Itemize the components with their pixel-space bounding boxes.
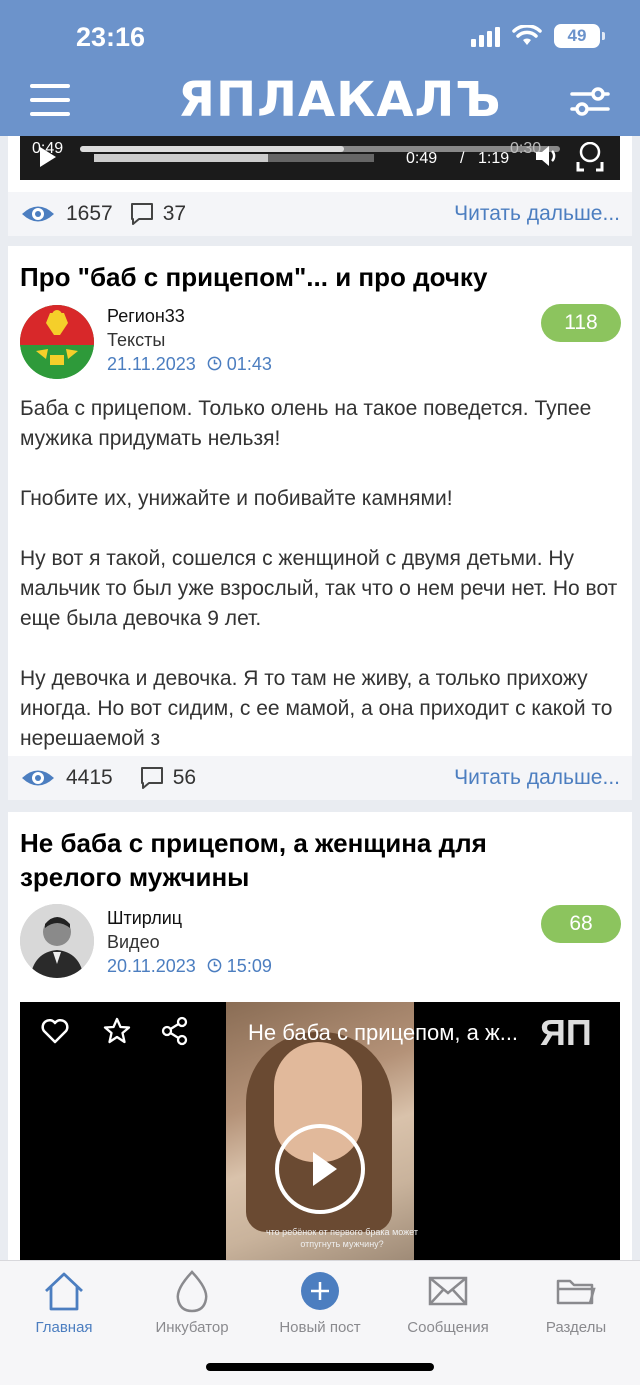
previous-post-footer: 1657 37 Читать дальше... — [8, 192, 632, 236]
share-icon[interactable] — [160, 1016, 190, 1046]
video-title: Не баба с прицепом, а ж... — [248, 1020, 519, 1045]
region-coat-of-arms-icon — [20, 305, 94, 379]
post-section[interactable]: Видео — [107, 932, 160, 953]
post-date: 21.11.2023 01:43 — [107, 354, 272, 375]
post-footer: 4415 56 Читать дальше... — [8, 756, 632, 800]
views-count: 4415 — [66, 766, 113, 789]
views-icon — [22, 770, 54, 786]
read-more-link[interactable]: Читать дальше... — [454, 202, 620, 226]
avatar[interactable] — [20, 904, 94, 978]
progress-fill — [80, 146, 344, 152]
video-watermark-logo: ЯП — [540, 1012, 592, 1053]
folder-icon — [556, 1279, 596, 1305]
heart-icon[interactable] — [40, 1016, 70, 1046]
post-title[interactable]: Не баба с прицепом, а женщина для зрелог… — [20, 826, 580, 894]
tab-label: Инкубатор — [155, 1319, 229, 1336]
author-photo-icon — [20, 904, 94, 978]
tab-label: Разделы — [545, 1319, 607, 1336]
status-time: 23:16 — [76, 22, 146, 52]
cellular-signal-icon — [471, 25, 500, 47]
star-icon[interactable] — [102, 1016, 132, 1046]
post-time-value: 01:43 — [226, 354, 272, 374]
views-count: 1657 — [66, 202, 113, 225]
avatar[interactable] — [20, 305, 94, 379]
fullscreen-icon[interactable] — [576, 142, 604, 172]
rating-badge[interactable]: 118 — [541, 304, 621, 342]
comments-count[interactable]: 56 — [173, 766, 196, 790]
comments-count[interactable]: 37 — [163, 202, 186, 226]
post-paragraph: Ну вот я такой, сошелся с женщиной с дву… — [20, 547, 618, 630]
player-separator: / — [460, 150, 465, 167]
status-icons: 49 — [471, 24, 605, 48]
site-logo[interactable]: ЯПЛАКАЛЪ — [178, 72, 501, 128]
post-date-value: 20.11.2023 — [107, 956, 196, 976]
read-more-link[interactable]: Читать дальше... — [454, 766, 620, 790]
tab-messages[interactable]: Сообщения — [384, 1269, 512, 1336]
play-icon[interactable] — [38, 146, 58, 168]
video-subtitle: что ребёнок от первого брака может отпуг… — [265, 1227, 419, 1249]
post-time-value: 15:09 — [226, 956, 272, 976]
wifi-icon — [512, 25, 542, 45]
rating-badge[interactable]: 68 — [541, 905, 621, 943]
clock-icon — [207, 958, 222, 973]
filter-settings-icon[interactable] — [570, 84, 610, 118]
post-date: 20.11.2023 15:09 — [107, 956, 272, 977]
post-section[interactable]: Тексты — [107, 330, 165, 351]
home-icon — [45, 1272, 83, 1311]
buffer-bar — [94, 154, 374, 162]
comments-icon[interactable] — [139, 766, 165, 790]
tab-sections[interactable]: Разделы — [512, 1269, 640, 1336]
post-date-value: 21.11.2023 — [107, 354, 196, 374]
post-paragraph: Баба с прицепом. Только олень на такое п… — [20, 397, 592, 450]
post-paragraph: Гнобите их, унижайте и побивайте камнями… — [20, 487, 453, 510]
menu-button[interactable] — [30, 84, 70, 118]
egg-icon — [176, 1270, 208, 1313]
home-indicator — [206, 1363, 434, 1371]
volume-icon[interactable] — [534, 144, 560, 168]
video-player-controls: 0:49 0:49 / 1:19 0:30 — [20, 136, 620, 180]
post-paragraph: Ну девочка и девочка. Я то там не живу, … — [20, 667, 613, 750]
battery-icon: 49 — [554, 24, 605, 48]
tab-label: Сообщения — [407, 1319, 489, 1336]
clock-icon — [207, 356, 222, 371]
views-icon — [22, 206, 54, 222]
post-title[interactable]: Про "баб с прицепом"... и про дочку — [20, 260, 620, 294]
play-button[interactable] — [275, 1124, 365, 1214]
comments-icon[interactable] — [129, 202, 155, 226]
tab-label: Новый пост — [279, 1319, 361, 1336]
tab-home[interactable]: Главная — [0, 1269, 128, 1336]
author-name[interactable]: Штирлиц — [107, 908, 182, 929]
video-player[interactable]: Не баба с прицепом, а ж... ЯП что ребёно… — [20, 1002, 620, 1260]
player-current-time: 0:49 — [406, 150, 438, 167]
tab-incubator[interactable]: Инкубатор — [128, 1269, 256, 1336]
tab-new-post[interactable]: Новый пост — [256, 1269, 384, 1336]
envelope-icon — [428, 1276, 468, 1306]
player-duration: 1:19 — [478, 150, 510, 167]
plus-circle-icon — [301, 1272, 339, 1310]
post-body[interactable]: Баба с прицепом. Только олень на такое п… — [20, 394, 620, 750]
author-name[interactable]: Регион33 — [107, 306, 185, 327]
app-header: 23:16 49 ЯПЛАКАЛЪ — [0, 0, 640, 136]
tab-label: Главная — [35, 1319, 93, 1336]
